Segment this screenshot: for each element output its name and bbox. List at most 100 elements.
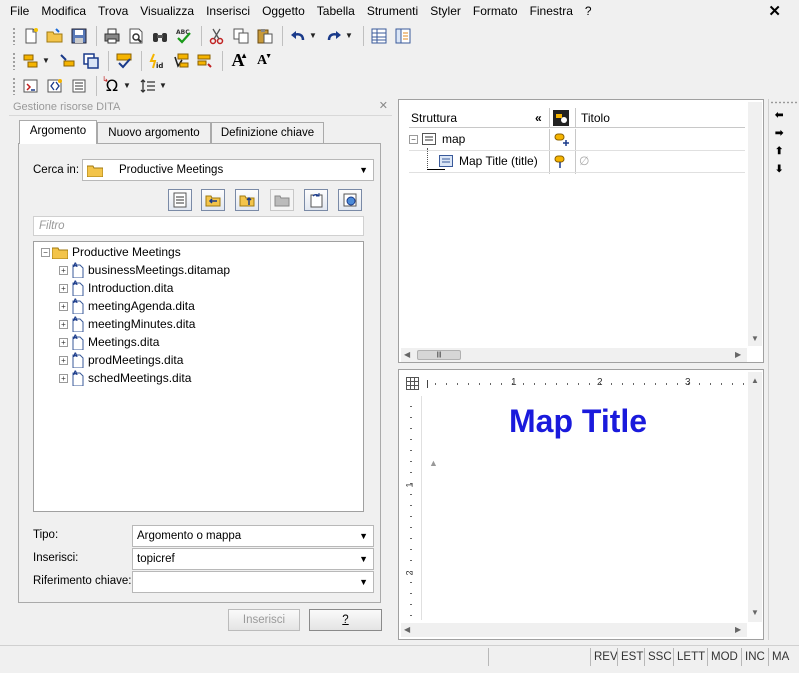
- status-inc[interactable]: INC: [741, 648, 768, 666]
- status-ssc[interactable]: SSC: [644, 648, 675, 666]
- redo-icon[interactable]: [323, 25, 345, 47]
- scroll-up-icon[interactable]: ▲: [751, 376, 759, 385]
- toolbar-grip[interactable]: [12, 26, 16, 45]
- tree-root[interactable]: − Productive Meetings: [41, 243, 181, 261]
- open-folder-icon[interactable]: [44, 25, 66, 47]
- check-icon[interactable]: [113, 50, 135, 72]
- menu-modifica[interactable]: Modifica: [35, 0, 92, 22]
- tree-item[interactable]: + A prodMeetings.dita: [59, 351, 183, 369]
- menu-finestra[interactable]: Finestra: [524, 0, 579, 22]
- tree-item[interactable]: + A Introduction.dita: [59, 279, 173, 297]
- expand-icon[interactable]: +: [59, 283, 68, 293]
- insert-element-dropdown-icon[interactable]: ▼: [42, 56, 52, 65]
- menu-tabella[interactable]: Tabella: [311, 0, 361, 22]
- horizontal-scrollbar[interactable]: ◀ ||| ▶: [401, 348, 747, 362]
- list-view-button[interactable]: [168, 189, 192, 211]
- column-structure[interactable]: Struttura: [411, 108, 457, 128]
- find-icon[interactable]: [149, 25, 171, 47]
- close-panel-icon[interactable]: ✕: [379, 99, 388, 112]
- arrow-left-icon[interactable]: ⬅: [775, 110, 783, 121]
- font-bigger-icon[interactable]: A ▲: [227, 50, 249, 72]
- scroll-thumb[interactable]: |||: [417, 350, 461, 360]
- attributes-icon[interactable]: [553, 110, 569, 126]
- style-icon[interactable]: [194, 50, 216, 72]
- collapse-icon[interactable]: −: [409, 134, 418, 144]
- sort-icon[interactable]: [137, 75, 159, 97]
- spellcheck-icon[interactable]: ABC: [173, 25, 195, 47]
- vertical-scrollbar[interactable]: ▼: [748, 102, 762, 346]
- tree-item[interactable]: + A meetingAgenda.dita: [59, 297, 195, 315]
- refresh-button[interactable]: [304, 189, 328, 211]
- expand-icon[interactable]: +: [59, 301, 68, 311]
- set-id-icon[interactable]: id: [146, 50, 168, 72]
- tab-definizione-chiave[interactable]: Definizione chiave: [211, 122, 324, 144]
- tree-item[interactable]: + A meetingMinutes.dita: [59, 315, 195, 333]
- expand-icon[interactable]: +: [59, 319, 68, 329]
- toolbar-grip[interactable]: [12, 76, 16, 95]
- symbol-omega-icon[interactable]: Ω ↳: [101, 75, 123, 97]
- expand-icon[interactable]: +: [59, 373, 68, 383]
- menu-help[interactable]: ?: [579, 0, 598, 22]
- expand-icon[interactable]: +: [59, 337, 68, 347]
- symbol-dropdown-icon[interactable]: ▼: [123, 81, 133, 90]
- scroll-right-icon[interactable]: ▶: [735, 350, 741, 359]
- menu-styler[interactable]: Styler: [424, 0, 467, 22]
- menu-visualizza[interactable]: Visualizza: [134, 0, 200, 22]
- font-smaller-icon[interactable]: A ▼: [251, 50, 273, 72]
- print-preview-icon[interactable]: [125, 25, 147, 47]
- editor-vertical-scrollbar[interactable]: ▲ ▼: [748, 372, 762, 622]
- status-lett[interactable]: LETT: [673, 648, 708, 666]
- scroll-left-icon[interactable]: ◀: [404, 625, 410, 634]
- horizontal-ruler[interactable]: 1 2 3: [425, 376, 745, 392]
- grid-view-icon[interactable]: [368, 25, 390, 47]
- sort-dropdown-icon[interactable]: ▼: [159, 81, 169, 90]
- menu-inserisci[interactable]: Inserisci: [200, 0, 256, 22]
- insert-element-icon[interactable]: [20, 50, 42, 72]
- expand-icon[interactable]: +: [59, 355, 68, 365]
- arrow-up-icon[interactable]: ⬆: [775, 146, 783, 157]
- arrow-right-icon[interactable]: ➡: [775, 128, 783, 139]
- split-view-icon[interactable]: [392, 25, 414, 47]
- keyref-select[interactable]: ▼: [132, 571, 374, 593]
- up-folder-button[interactable]: [235, 189, 259, 211]
- print-icon[interactable]: [101, 25, 123, 47]
- web-button[interactable]: [338, 189, 362, 211]
- wrap-element-icon[interactable]: [80, 50, 102, 72]
- attribute-icon[interactable]: [170, 50, 192, 72]
- structure-row-title[interactable]: Map Title (title): [439, 152, 538, 170]
- scroll-down-icon[interactable]: ▼: [751, 334, 759, 343]
- cut-icon[interactable]: [206, 25, 228, 47]
- new-doc-icon[interactable]: [20, 25, 42, 47]
- scroll-right-icon[interactable]: ▶: [735, 625, 741, 634]
- expand-icon[interactable]: +: [59, 265, 68, 275]
- help-button[interactable]: ?: [309, 609, 382, 631]
- search-in-select[interactable]: Productive Meetings ▼: [82, 159, 374, 181]
- copy-icon[interactable]: [230, 25, 252, 47]
- arrow-down-icon[interactable]: ⬇: [775, 164, 783, 175]
- scroll-down-icon[interactable]: ▼: [751, 608, 759, 617]
- save-icon[interactable]: [68, 25, 90, 47]
- toolbar-grip[interactable]: [12, 51, 16, 70]
- paste-icon[interactable]: [254, 25, 276, 47]
- new-folder-button[interactable]: [270, 189, 294, 211]
- insert-reference-icon[interactable]: [56, 50, 78, 72]
- insert-select[interactable]: topicref ▼: [132, 548, 374, 570]
- side-grip[interactable]: [770, 101, 797, 104]
- undo-dropdown-icon[interactable]: ▼: [309, 31, 319, 40]
- column-title[interactable]: Titolo: [581, 108, 610, 128]
- status-ma[interactable]: MA: [768, 648, 799, 666]
- xref-icon[interactable]: [20, 75, 42, 97]
- redo-dropdown-icon[interactable]: ▼: [345, 31, 355, 40]
- insert-icon[interactable]: [44, 75, 66, 97]
- back-folder-button[interactable]: [201, 189, 225, 211]
- undo-icon[interactable]: [287, 25, 309, 47]
- editor-horizontal-scrollbar[interactable]: ◀ ▶: [401, 623, 747, 637]
- type-select[interactable]: Argomento o mappa ▼: [132, 525, 374, 547]
- insert-button[interactable]: Inserisci: [228, 609, 300, 631]
- tree-item[interactable]: + A businessMeetings.ditamap: [59, 261, 230, 279]
- document-map-title[interactable]: Map Title: [509, 403, 647, 440]
- collapse-panel-icon[interactable]: «: [535, 108, 542, 128]
- menu-strumenti[interactable]: Strumenti: [361, 0, 424, 22]
- menu-formato[interactable]: Formato: [467, 0, 524, 22]
- table-grid-icon[interactable]: [406, 377, 419, 390]
